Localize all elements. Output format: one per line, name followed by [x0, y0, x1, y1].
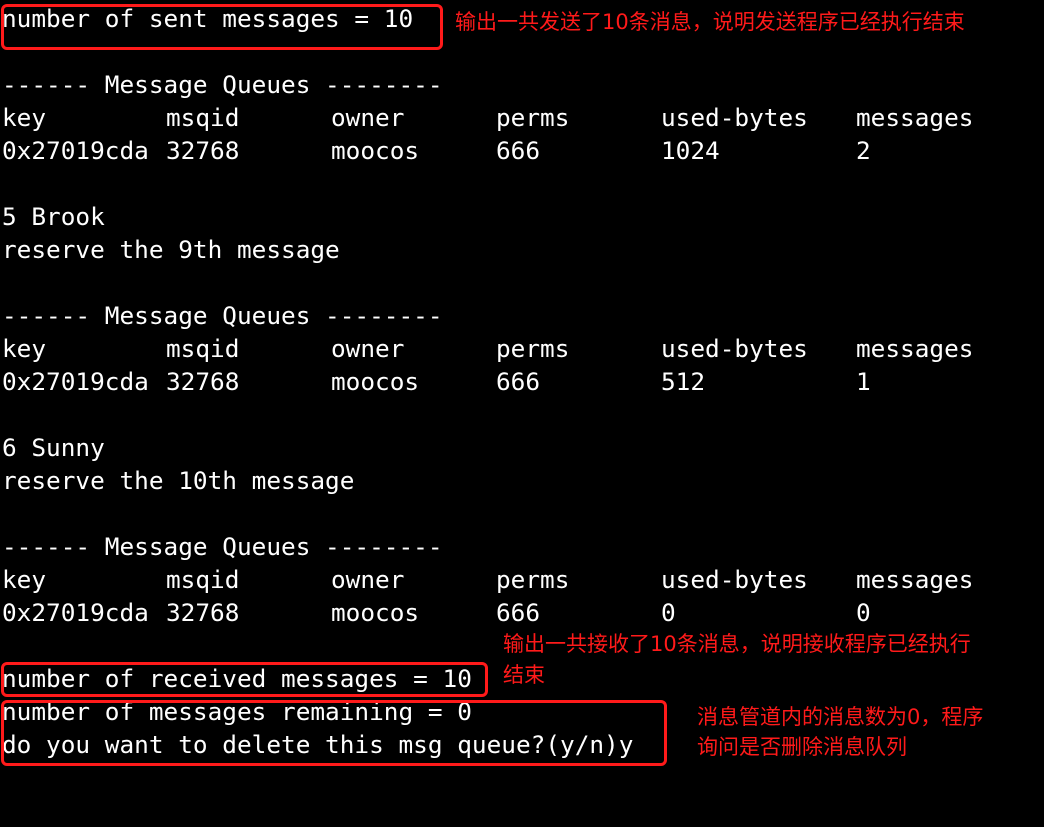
cell-owner: moocos: [331, 367, 420, 396]
annotation-received-line1: 输出一共接收了10条消息，说明接收程序已经执行: [503, 632, 971, 656]
cell-key: 0x27019cda: [2, 598, 149, 627]
message-5-reserve: reserve the 9th message: [2, 235, 340, 264]
col-key: key: [2, 103, 47, 132]
sent-highlight-box: [1, 4, 443, 50]
message-6-reserve: reserve the 10th message: [2, 466, 355, 495]
col-msqid: msqid: [166, 565, 240, 594]
queue-columns: key msqid owner perms used-bytes message…: [0, 332, 973, 365]
queue-header: ------ Message Queues --------: [2, 301, 443, 330]
queue-header: ------ Message Queues --------: [2, 532, 443, 561]
col-perms: perms: [496, 103, 570, 132]
col-messages: messages: [856, 334, 974, 363]
queue-row: 0x27019cda 32768 moocos 666 512 1: [0, 365, 871, 398]
col-messages: messages: [856, 565, 974, 594]
message-5-name: 5 Brook: [2, 202, 105, 231]
col-used-bytes: used-bytes: [661, 103, 808, 132]
col-perms: perms: [496, 334, 570, 363]
col-owner: owner: [331, 103, 405, 132]
queue-row: 0x27019cda 32768 moocos 666 1024 2: [0, 134, 871, 167]
annotation-received-line2: 结束: [503, 663, 545, 687]
cell-perms: 666: [496, 136, 541, 165]
queue-header: ------ Message Queues --------: [2, 70, 443, 99]
cell-msqid: 32768: [166, 367, 240, 396]
cell-owner: moocos: [331, 136, 420, 165]
col-msqid: msqid: [166, 334, 240, 363]
col-msqid: msqid: [166, 103, 240, 132]
cell-used-bytes: 1024: [661, 136, 720, 165]
cell-messages: 0: [856, 598, 871, 627]
cell-perms: 666: [496, 598, 541, 627]
remaining-highlight-box: [1, 700, 667, 766]
col-used-bytes: used-bytes: [661, 565, 808, 594]
cell-msqid: 32768: [166, 136, 240, 165]
queue-row: 0x27019cda 32768 moocos 666 0 0: [0, 596, 871, 629]
message-6-name: 6 Sunny: [2, 433, 105, 462]
received-highlight-box: [1, 662, 488, 697]
cell-perms: 666: [496, 367, 541, 396]
cell-msqid: 32768: [166, 598, 240, 627]
queue-columns: key msqid owner perms used-bytes message…: [0, 101, 973, 134]
col-owner: owner: [331, 334, 405, 363]
cell-owner: moocos: [331, 598, 420, 627]
col-key: key: [2, 565, 47, 594]
cell-key: 0x27019cda: [2, 136, 149, 165]
col-perms: perms: [496, 565, 570, 594]
col-owner: owner: [331, 565, 405, 594]
queue-columns: key msqid owner perms used-bytes message…: [0, 563, 973, 596]
cell-messages: 1: [856, 367, 871, 396]
annotation-remaining-line2: 询问是否删除消息队列: [697, 735, 907, 759]
col-used-bytes: used-bytes: [661, 334, 808, 363]
col-key: key: [2, 334, 47, 363]
col-messages: messages: [856, 103, 974, 132]
annotation-sent: 输出一共发送了10条消息，说明发送程序已经执行结束: [455, 10, 965, 34]
cell-used-bytes: 512: [661, 367, 706, 396]
annotation-remaining-line1: 消息管道内的消息数为0，程序: [697, 705, 984, 729]
cell-used-bytes: 0: [661, 598, 676, 627]
cell-messages: 2: [856, 136, 871, 165]
cell-key: 0x27019cda: [2, 367, 149, 396]
